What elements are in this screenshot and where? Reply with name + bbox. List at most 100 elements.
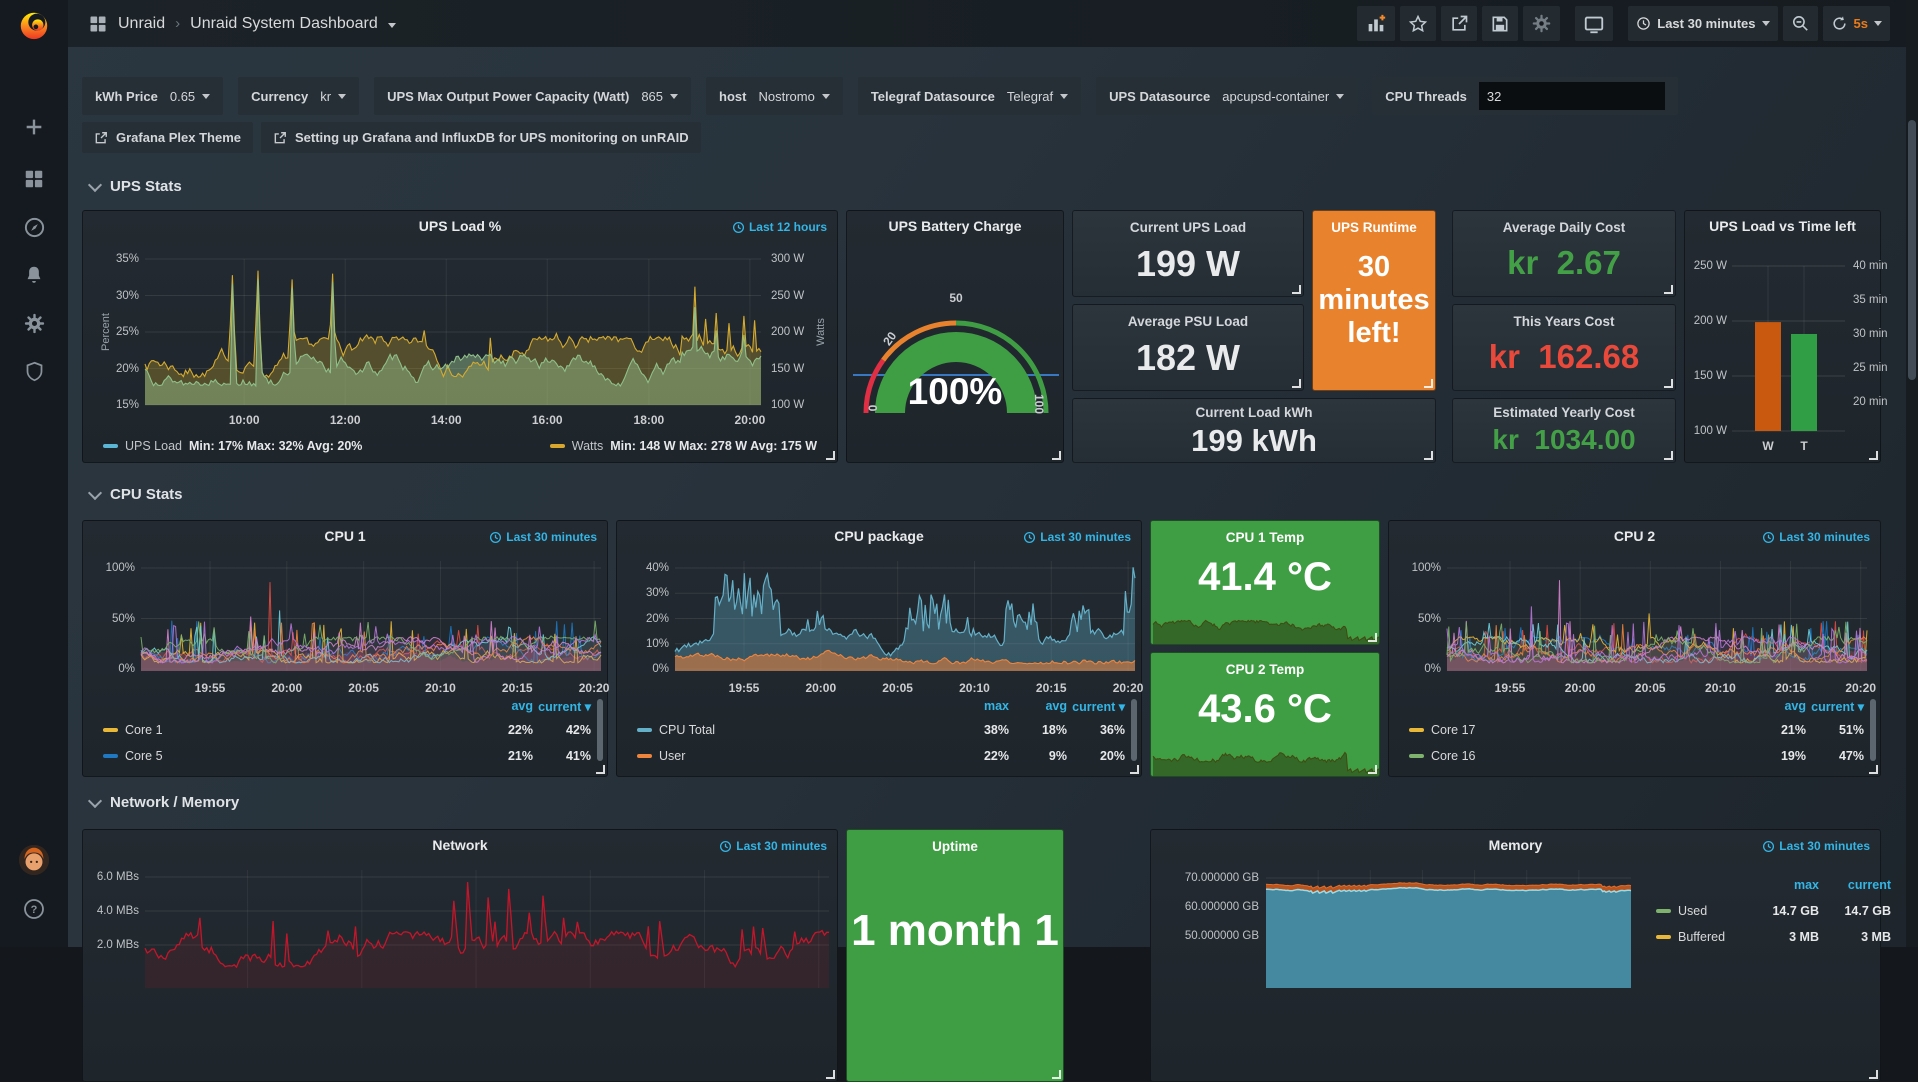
- grafana-logo[interactable]: [16, 7, 52, 43]
- panel-resize-handle[interactable]: [1869, 451, 1878, 460]
- panel-resize-handle[interactable]: [1292, 379, 1301, 388]
- share-dashboard-button[interactable]: [1441, 6, 1477, 41]
- dashboard-link[interactable]: Grafana Plex Theme: [82, 122, 253, 153]
- variable-currency[interactable]: Currencykr: [238, 77, 359, 115]
- section-network-memory[interactable]: Network / Memory: [90, 794, 239, 811]
- variable-host[interactable]: hostNostromo: [706, 77, 843, 115]
- panel-title[interactable]: UPS Load %: [83, 218, 837, 234]
- variable-telegraf-datasource[interactable]: Telegraf DatasourceTelegraf: [858, 77, 1081, 115]
- panel-resize-handle[interactable]: [826, 1070, 835, 1079]
- panel-resize-handle[interactable]: [1869, 1070, 1878, 1079]
- legend-header-avg[interactable]: avg: [475, 699, 533, 713]
- refresh-interval-label[interactable]: 5s: [1854, 16, 1868, 31]
- memory-chart-plot[interactable]: [1266, 870, 1631, 988]
- variable-input[interactable]: [1479, 82, 1665, 110]
- zoom-out-time-button[interactable]: [1783, 6, 1818, 41]
- legend-header-avg[interactable]: avg: [1748, 699, 1806, 713]
- user-avatar[interactable]: [16, 842, 52, 878]
- cpu-package-chart-plot[interactable]: [675, 561, 1135, 671]
- legend-series-name[interactable]: Core 17: [1431, 723, 1475, 737]
- time-range-picker[interactable]: Last 30 minutes: [1628, 6, 1777, 41]
- panel-resize-handle[interactable]: [1368, 633, 1377, 642]
- panel-resize-handle[interactable]: [1664, 285, 1673, 294]
- panel-resize-handle[interactable]: [1424, 451, 1433, 460]
- panel-resize-handle[interactable]: [1664, 379, 1673, 388]
- sidebar-item-explore[interactable]: [16, 209, 52, 245]
- legend-header-current[interactable]: current ▾: [1067, 699, 1125, 714]
- panel-resize-handle[interactable]: [1052, 451, 1061, 460]
- network-chart-plot[interactable]: [145, 870, 829, 988]
- legend-series-name[interactable]: Buffered: [1678, 930, 1725, 944]
- stat-label[interactable]: Average PSU Load: [1073, 314, 1303, 329]
- legend-header-avg[interactable]: avg: [1009, 699, 1067, 713]
- variable-kwh-price[interactable]: kWh Price0.65: [82, 77, 223, 115]
- stat-label[interactable]: UPS Runtime: [1313, 220, 1435, 235]
- variable-ups-datasource[interactable]: UPS Datasourceapcupsd-container: [1096, 77, 1357, 115]
- breadcrumb-dashboard-title[interactable]: Unraid System Dashboard: [190, 15, 378, 33]
- dashboard-link[interactable]: Setting up Grafana and InfluxDB for UPS …: [261, 122, 701, 153]
- cpu1-chart-plot[interactable]: [141, 561, 601, 671]
- legend-header-current[interactable]: current: [1819, 878, 1891, 892]
- legend-header-current[interactable]: current ▾: [1806, 699, 1864, 714]
- stat-label[interactable]: Estimated Yearly Cost: [1453, 405, 1675, 420]
- legend-series-name[interactable]: Watts: [572, 439, 603, 453]
- variable-value[interactable]: 865: [641, 89, 678, 104]
- cycle-view-mode-button[interactable]: [1575, 6, 1613, 41]
- stat-label[interactable]: Average Daily Cost: [1453, 220, 1675, 235]
- panel-resize-handle[interactable]: [1424, 379, 1433, 388]
- save-dashboard-button[interactable]: [1482, 6, 1518, 41]
- stat-label[interactable]: CPU 2 Temp: [1151, 662, 1379, 677]
- dashboard-grid-icon[interactable]: [88, 14, 108, 34]
- stat-label[interactable]: CPU 1 Temp: [1151, 530, 1379, 545]
- panel-resize-handle[interactable]: [1368, 765, 1377, 774]
- variable-value[interactable]: Nostromo: [758, 89, 829, 104]
- legend-header-current[interactable]: current ▾: [533, 699, 591, 714]
- stat-label[interactable]: Current Load kWh: [1073, 405, 1435, 420]
- page-scrollbar-thumb[interactable]: [1908, 120, 1916, 380]
- variable-value[interactable]: kr: [320, 89, 346, 104]
- legend-series-name[interactable]: Core 5: [125, 749, 163, 763]
- section-cpu-stats[interactable]: CPU Stats: [90, 486, 183, 503]
- legend-series-name[interactable]: Core 16: [1431, 749, 1475, 763]
- legend-header-max[interactable]: max: [951, 699, 1009, 713]
- sidebar-item-configuration[interactable]: [16, 305, 52, 341]
- variable-value[interactable]: apcupsd-container: [1222, 89, 1344, 104]
- sidebar-item-alerting[interactable]: [16, 257, 52, 293]
- panel-resize-handle[interactable]: [826, 451, 835, 460]
- stat-label[interactable]: This Years Cost: [1453, 314, 1675, 329]
- ups-load-chart-plot[interactable]: [145, 259, 761, 405]
- section-ups-stats[interactable]: UPS Stats: [90, 178, 182, 195]
- variable-value[interactable]: 0.65: [170, 89, 210, 104]
- legend-series-name[interactable]: CPU Total: [659, 723, 715, 737]
- stat-label[interactable]: Current UPS Load: [1073, 220, 1303, 235]
- legend-scrollbar[interactable]: [1870, 699, 1876, 761]
- legend-series-name[interactable]: Core 1: [125, 723, 163, 737]
- variable-value[interactable]: Telegraf: [1007, 89, 1068, 104]
- sidebar-item-help[interactable]: ?: [16, 891, 52, 927]
- sidebar-item-dashboards[interactable]: [16, 161, 52, 197]
- panel-resize-handle[interactable]: [1664, 451, 1673, 460]
- legend-header-max[interactable]: max: [1747, 878, 1819, 892]
- dashboard-title-caret-icon[interactable]: [388, 23, 396, 28]
- ups-battery-gauge[interactable]: 02050100: [847, 211, 1065, 464]
- cpu2-chart-plot[interactable]: [1447, 561, 1867, 671]
- legend-scrollbar[interactable]: [1131, 699, 1137, 761]
- star-dashboard-button[interactable]: [1400, 6, 1436, 41]
- variable-cpu-threads[interactable]: CPU Threads: [1372, 77, 1678, 115]
- page-scrollbar[interactable]: [1906, 0, 1918, 947]
- legend-scrollbar[interactable]: [597, 699, 603, 761]
- variable-ups-max-output-power-capacity-watt-[interactable]: UPS Max Output Power Capacity (Watt)865: [374, 77, 691, 115]
- legend-series-name[interactable]: Used: [1678, 904, 1707, 918]
- panel-resize-handle[interactable]: [1052, 1070, 1061, 1079]
- legend-series-name[interactable]: User: [659, 749, 685, 763]
- add-panel-button[interactable]: [1357, 6, 1395, 41]
- breadcrumb-folder[interactable]: Unraid: [118, 15, 165, 33]
- stat-label[interactable]: Uptime: [847, 839, 1063, 854]
- sidebar-item-create[interactable]: [16, 109, 52, 145]
- panel-resize-handle[interactable]: [1130, 765, 1139, 774]
- panel-resize-handle[interactable]: [1869, 765, 1878, 774]
- sidebar-item-server-admin[interactable]: [16, 353, 52, 389]
- legend-series-name[interactable]: UPS Load: [125, 439, 182, 453]
- dashboard-settings-button[interactable]: [1523, 6, 1560, 41]
- refresh-picker[interactable]: 5s: [1823, 6, 1890, 41]
